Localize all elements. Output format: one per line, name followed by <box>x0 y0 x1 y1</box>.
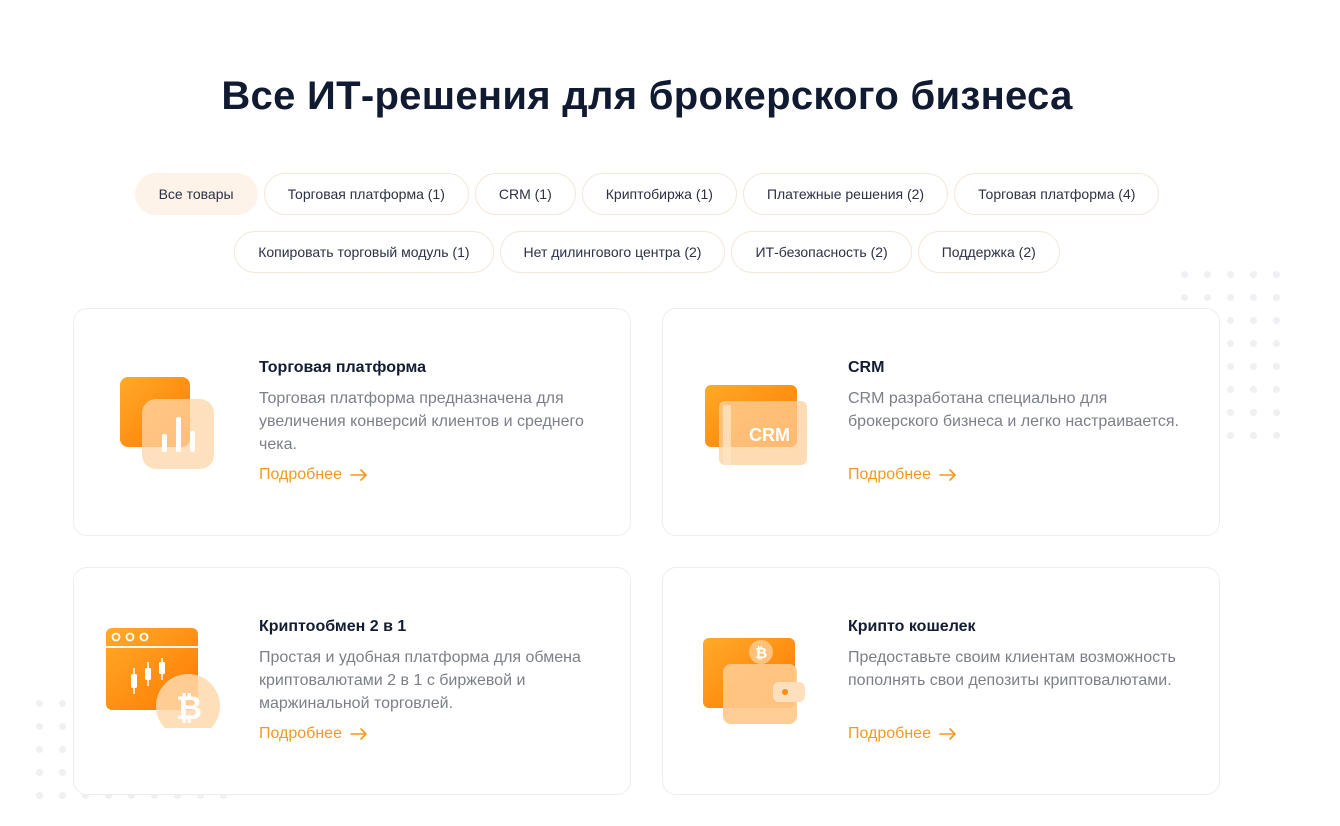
more-link-label: Подробнее <box>848 466 931 483</box>
filter-chip-support[interactable]: Поддержка (2) <box>917 231 1060 273</box>
card-description: Предоставьте своим клиентам возможность … <box>848 649 1176 689</box>
product-card-crypto-wallet[interactable]: ₿ Крипто кошелек Предоставьте своим клие… <box>662 567 1220 795</box>
filter-chip-all[interactable]: Все товары <box>134 173 258 215</box>
product-card-trading-platform[interactable]: Торговая платформа Торговая платформа пр… <box>73 308 631 536</box>
filter-chip-no-dealing-desk[interactable]: Нет дилингового центра (2) <box>499 231 726 273</box>
card-more-link[interactable]: Подробнее <box>848 725 957 743</box>
product-card-crypto-exchange[interactable]: ₿ Криптообмен 2 в 1 Простая и удобная пл… <box>73 567 631 795</box>
filter-row-1: Все товары Торговая платформа (1) CRM (1… <box>0 173 1294 215</box>
filter-chip-it-security[interactable]: ИТ-безопасность (2) <box>731 231 912 273</box>
more-link-label: Подробнее <box>259 725 342 742</box>
card-description: Простая и удобная платформа для обмена к… <box>259 649 581 712</box>
svg-text:₿: ₿ <box>755 645 767 662</box>
more-link-label: Подробнее <box>848 725 931 742</box>
card-more-link[interactable]: Подробнее <box>259 466 368 484</box>
arrow-right-icon <box>939 728 956 740</box>
filter-chip-crm[interactable]: CRM (1) <box>474 173 576 215</box>
card-more-link[interactable]: Подробнее <box>259 725 368 743</box>
card-more-link[interactable]: Подробнее <box>848 466 957 484</box>
arrow-right-icon <box>350 469 367 481</box>
page-title: Все ИТ-решения для брокерского бизнеса <box>221 74 1073 118</box>
card-title: Торговая платформа <box>259 359 427 376</box>
filter-chip-copy-trading[interactable]: Копировать торговый модуль (1) <box>234 231 494 273</box>
card-title: Крипто кошелек <box>848 618 976 635</box>
chart-bars-icon <box>104 369 224 469</box>
crypto-exchange-icon: ₿ <box>104 628 224 738</box>
svg-text:CRM: CRM <box>749 425 790 445</box>
crypto-wallet-icon: ₿ <box>693 628 813 728</box>
product-card-crm[interactable]: CRM CRM CRM разработана специально для б… <box>662 308 1220 536</box>
arrow-right-icon <box>350 728 367 740</box>
filter-chip-trading-platform[interactable]: Торговая платформа (1) <box>263 173 469 215</box>
arrow-right-icon <box>939 469 956 481</box>
filter-row-2: Копировать торговый модуль (1) Нет дилин… <box>0 231 1294 273</box>
card-title: CRM <box>848 359 885 376</box>
card-description: CRM разработана специально для брокерско… <box>848 390 1179 430</box>
card-title: Криптообмен 2 в 1 <box>259 618 407 635</box>
more-link-label: Подробнее <box>259 466 342 483</box>
svg-text:₿: ₿ <box>176 690 202 726</box>
filter-chip-payment-solutions[interactable]: Платежные решения (2) <box>742 173 949 215</box>
card-description: Торговая платформа предназначена для уве… <box>259 390 584 453</box>
crm-icon: CRM <box>693 369 813 469</box>
filter-chip-trading-platform-4[interactable]: Торговая платформа (4) <box>954 173 1160 215</box>
filter-chips: Все товары Торговая платформа (1) CRM (1… <box>0 173 1294 289</box>
filter-chip-crypto-exchange[interactable]: Криптобиржа (1) <box>581 173 737 215</box>
